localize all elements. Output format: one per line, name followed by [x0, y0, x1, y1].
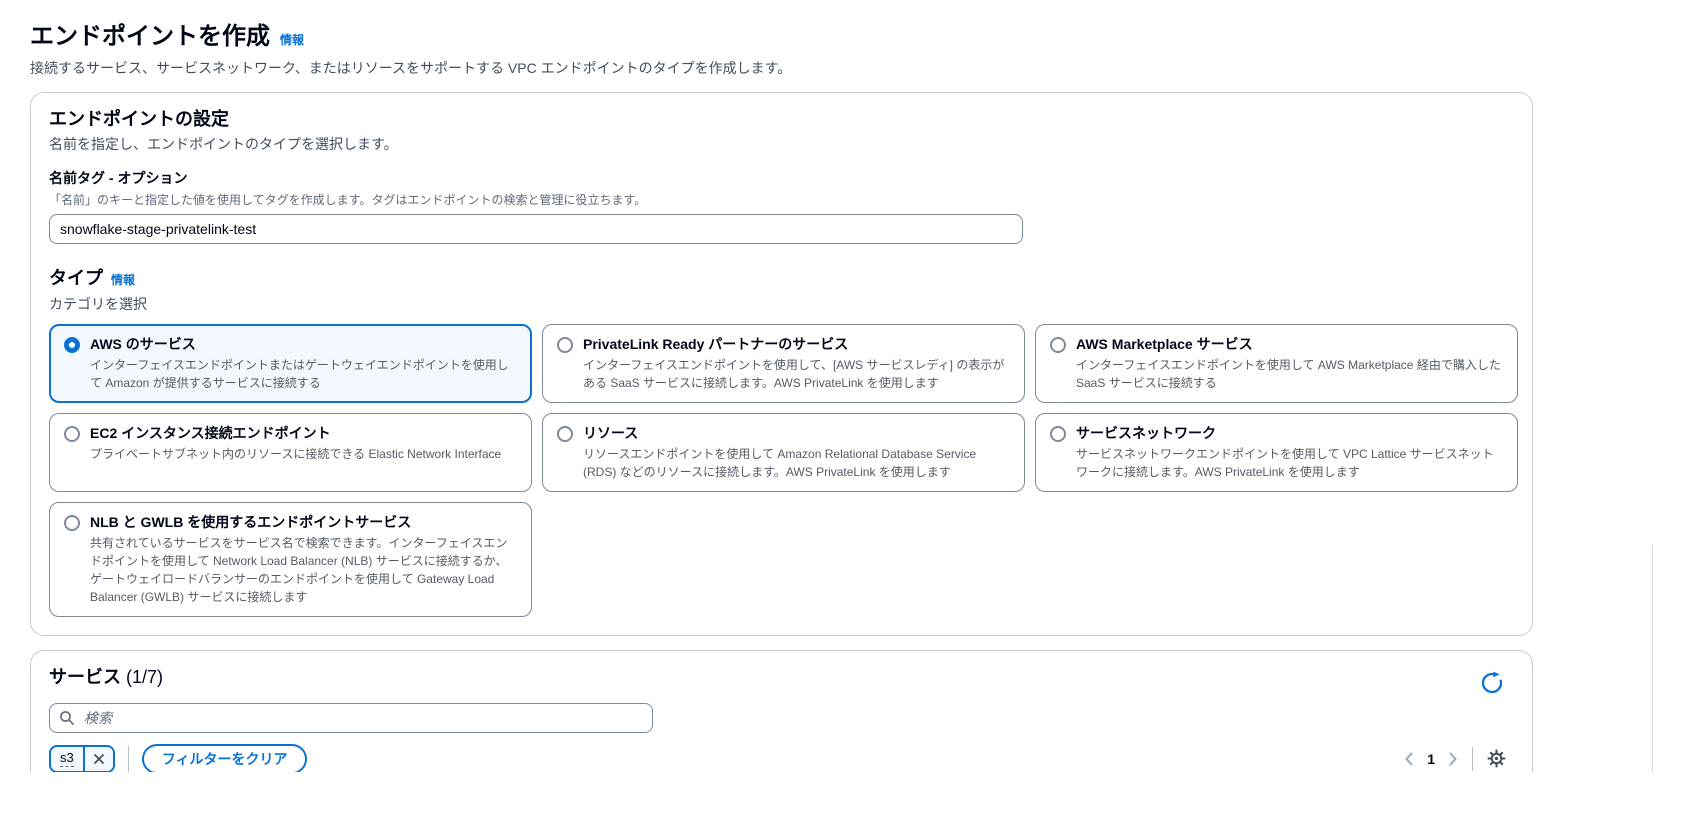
type-option-aws-services[interactable]: AWS のサービス インターフェイスエンドポイントまたはゲートウェイエンドポイン…	[49, 324, 532, 403]
service-search-box	[49, 702, 653, 733]
type-option-text: リソース リソースエンドポイントを使用して Amazon Relational …	[583, 424, 1010, 481]
type-option-description: リソースエンドポイントを使用して Amazon Relational Datab…	[583, 446, 977, 479]
services-count: (1/7)	[126, 666, 164, 687]
filter-row: s3 フィルターをクリア 1	[49, 743, 1514, 772]
page-content: エンドポイントを作成 情報 接続するサービス、サービスネットワーク、またはリソー…	[0, 0, 1533, 772]
endpoint-settings-panel: エンドポイントの設定 名前を指定し、エンドポイントのタイプを選択します。 名前タ…	[30, 92, 1533, 636]
radio-checked-icon	[64, 337, 80, 353]
filter-token-text: s3	[60, 750, 74, 768]
services-panel: サービス (1/7) 検索 s3 フィルターをクリア 1	[30, 649, 1533, 772]
name-tag-input[interactable]	[49, 214, 1023, 244]
vertical-divider	[1652, 545, 1653, 772]
type-option-description: 共有されているサービスをサービス名で検索できます。インターフェイスエンドポイント…	[90, 535, 508, 604]
chevron-right-icon	[1449, 752, 1457, 766]
radio-unchecked-icon	[557, 425, 573, 442]
settings-panel-title: エンドポイントの設定	[49, 109, 229, 129]
name-tag-label: 名前タグ - オプション	[49, 170, 188, 186]
magnifier-icon	[60, 710, 74, 725]
clear-filters-button[interactable]: フィルターをクリア	[141, 743, 308, 772]
service-search-input[interactable]	[82, 708, 643, 727]
type-option-description: インターフェイスエンドポイントを使用して、[AWS サービスレディ] の表示があ…	[583, 357, 1005, 390]
type-option-description: インターフェイスエンドポイントを使用して AWS Marketplace 経由で…	[1076, 357, 1501, 390]
refresh-button[interactable]	[1480, 671, 1504, 695]
type-header: タイプ 情報	[49, 264, 1514, 290]
previous-page-button[interactable]	[1404, 752, 1414, 766]
name-tag-description: 「名前」のキーと指定した値を使用してタグを作成します。タグはエンドポイントの検索…	[49, 193, 647, 207]
type-title: タイプ	[49, 268, 103, 288]
page-info-link[interactable]: 情報	[280, 31, 304, 48]
services-panel-title: サービス (1/7)	[49, 663, 163, 689]
page-viewport: エンドポイントを作成 情報 接続するサービス、サービスネットワーク、またはリソー…	[0, 0, 1686, 772]
filter-tokens: s3 フィルターをクリア	[49, 743, 308, 772]
type-option-title: リソース	[583, 424, 639, 441]
type-option-title: NLB と GWLB を使用するエンドポイントサービス	[90, 513, 412, 530]
type-option-description: プライベートサブネット内のリソースに接続できる Elastic Network …	[90, 446, 502, 461]
table-settings-button[interactable]	[1487, 749, 1506, 768]
type-options-grid: AWS のサービス インターフェイスエンドポイントまたはゲートウェイエンドポイン…	[49, 324, 1518, 617]
type-option-text: PrivateLink Ready パートナーのサービス インターフェイスエンド…	[583, 335, 1010, 392]
type-option-title: EC2 インスタンス接続エンドポイント	[90, 424, 331, 441]
filter-token-label[interactable]: s3	[51, 747, 83, 771]
radio-unchecked-icon	[557, 337, 573, 353]
type-option-text: AWS のサービス インターフェイスエンドポイントまたはゲートウェイエンドポイン…	[90, 335, 517, 392]
type-option-title: AWS Marketplace サービス	[1076, 336, 1253, 352]
chevron-left-icon	[1405, 752, 1413, 766]
type-option-aws-marketplace[interactable]: AWS Marketplace サービス インターフェイスエンドポイントを使用し…	[1035, 324, 1518, 403]
type-option-text: AWS Marketplace サービス インターフェイスエンドポイントを使用し…	[1076, 335, 1503, 392]
type-option-privatelink-ready[interactable]: PrivateLink Ready パートナーのサービス インターフェイスエンド…	[542, 324, 1025, 403]
type-option-text: EC2 インスタンス接続エンドポイント プライベートサブネット内のリソースに接続…	[90, 424, 501, 463]
radio-unchecked-icon	[64, 425, 80, 442]
radio-unchecked-icon	[1050, 425, 1066, 442]
gear-icon	[1487, 749, 1506, 768]
type-option-resources[interactable]: リソース リソースエンドポイントを使用して Amazon Relational …	[542, 412, 1025, 492]
type-option-description: インターフェイスエンドポイントまたはゲートウェイエンドポイントを使用して Ama…	[90, 357, 509, 390]
page-title: エンドポイントを作成	[30, 23, 270, 50]
type-subtitle: カテゴリを選択	[49, 296, 147, 312]
type-option-title: サービスネットワーク	[1076, 424, 1216, 441]
type-option-nlb-gwlb[interactable]: NLB と GWLB を使用するエンドポイントサービス 共有されているサービスを…	[49, 501, 532, 617]
settings-panel-subtitle: 名前を指定し、エンドポイントのタイプを選択します。	[49, 136, 398, 152]
type-option-title: AWS のサービス	[90, 336, 196, 352]
type-info-link[interactable]: 情報	[111, 271, 135, 288]
type-option-service-network[interactable]: サービスネットワーク サービスネットワークエンドポイントを使用して VPC La…	[1035, 412, 1518, 492]
pagination-separator	[1472, 746, 1473, 771]
radio-unchecked-icon	[1050, 337, 1066, 353]
page-header: エンドポイントを作成 情報	[30, 16, 1533, 51]
type-option-description: サービスネットワークエンドポイントを使用して VPC Lattice サービスネ…	[1076, 446, 1494, 479]
page-subtitle: 接続するサービス、サービスネットワーク、またはリソースをサポートする VPC エ…	[30, 60, 792, 76]
type-option-title: PrivateLink Ready パートナーのサービス	[583, 336, 849, 352]
radio-unchecked-icon	[64, 514, 80, 531]
next-page-button[interactable]	[1448, 752, 1458, 766]
pagination: 1	[1404, 746, 1514, 771]
token-separator	[127, 745, 129, 772]
type-option-text: NLB と GWLB を使用するエンドポイントサービス 共有されているサービスを…	[90, 513, 517, 606]
x-icon	[93, 753, 104, 764]
page-number-button[interactable]: 1	[1423, 751, 1439, 767]
services-title-text: サービス	[49, 666, 121, 687]
services-panel-header: サービス (1/7)	[49, 663, 1514, 695]
filter-token-s3: s3	[49, 744, 115, 772]
type-option-text: サービスネットワーク サービスネットワークエンドポイントを使用して VPC La…	[1076, 424, 1503, 481]
circular-arrow-icon	[1481, 671, 1503, 693]
remove-filter-button[interactable]	[82, 746, 113, 771]
type-option-ec2-instance-connect[interactable]: EC2 インスタンス接続エンドポイント プライベートサブネット内のリソースに接続…	[49, 412, 532, 492]
